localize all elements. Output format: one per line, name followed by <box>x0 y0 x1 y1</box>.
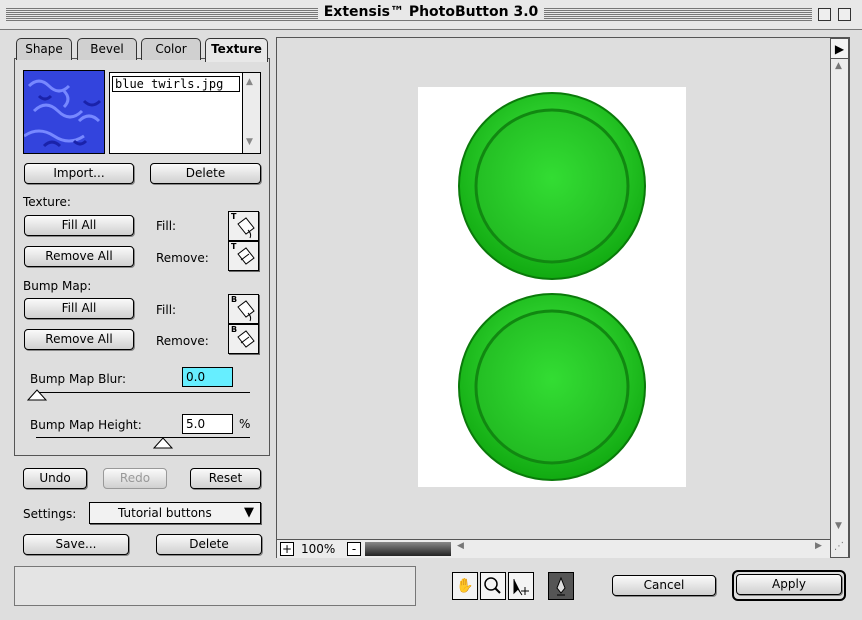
cancel-button[interactable]: Cancel <box>612 575 716 596</box>
bucket-letter: T <box>231 212 237 221</box>
bump-blur-label: Bump Map Blur: <box>30 372 127 386</box>
settings-select[interactable]: Tutorial buttons ▼ <box>89 502 261 524</box>
texture-fill-label: Fill: <box>156 219 177 233</box>
bump-map-heading: Bump Map: <box>23 279 92 293</box>
collapse-box-icon[interactable] <box>838 8 851 21</box>
texture-remove-bucket-button[interactable]: T <box>228 241 259 271</box>
delete-settings-button[interactable]: Delete <box>156 534 262 555</box>
bucket-letter: B <box>231 295 238 304</box>
apply-button[interactable]: Apply <box>736 574 842 595</box>
texture-list-scrollbar[interactable]: ▲ ▼ <box>242 73 260 153</box>
hand-tool-button[interactable]: ✋ <box>452 572 478 600</box>
scroll-up-icon[interactable]: ▲ <box>246 77 253 87</box>
scroll-down-icon[interactable]: ▼ <box>835 521 842 531</box>
green-button-top <box>458 92 646 280</box>
reset-button[interactable]: Reset <box>190 468 261 489</box>
texture-file-list[interactable]: blue twirls.jpg ▲ ▼ <box>109 72 261 154</box>
chevron-down-icon: ▼ <box>244 505 254 520</box>
tab-texture[interactable]: Texture <box>205 38 268 62</box>
bump-height-slider-track[interactable] <box>36 437 250 438</box>
bump-remove-all-button[interactable]: Remove All <box>24 329 134 350</box>
list-item[interactable]: blue twirls.jpg <box>112 76 240 92</box>
zoom-in-button[interactable]: + <box>280 542 294 556</box>
texture-remove-all-button[interactable]: Remove All <box>24 246 134 267</box>
button-preview <box>458 92 646 481</box>
zoom-tool-button[interactable] <box>480 572 506 600</box>
zoom-level: 100% <box>301 542 336 556</box>
bump-blur-slider-track[interactable] <box>36 392 250 393</box>
green-button-bottom <box>458 293 646 481</box>
undo-button[interactable]: Undo <box>23 468 87 489</box>
delete-texture-button[interactable]: Delete <box>150 163 261 184</box>
horizontal-scrollbar[interactable]: + 100% - ◀ ▶ <box>277 539 830 558</box>
zoom-out-button[interactable]: - <box>347 542 361 556</box>
settings-label: Settings: <box>23 507 77 521</box>
preview-canvas[interactable] <box>418 87 686 487</box>
texture-heading: Texture: <box>23 195 71 209</box>
pen-tool-button[interactable] <box>548 572 574 600</box>
texture-fill-bucket-button[interactable]: T <box>228 211 259 241</box>
save-settings-button[interactable]: Save... <box>23 534 129 555</box>
bump-remove-label: Remove: <box>156 334 209 348</box>
bump-height-field[interactable]: 5.0 <box>182 414 233 434</box>
tab-shape[interactable]: Shape <box>16 38 72 60</box>
bump-height-slider-thumb[interactable] <box>153 437 173 449</box>
redo-button[interactable]: Redo <box>103 468 167 489</box>
bump-blur-field[interactable]: 0.0 <box>182 367 233 387</box>
window-title: Extensis™ PhotoButton 3.0 <box>0 4 862 20</box>
zoom-box-icon[interactable] <box>818 8 831 21</box>
scroll-left-icon[interactable]: ◀ <box>457 541 464 551</box>
bump-height-unit: % <box>239 417 251 431</box>
texture-remove-label: Remove: <box>156 251 209 265</box>
apply-default-ring: Apply <box>732 570 846 601</box>
move-tool-button[interactable] <box>508 572 534 600</box>
zoom-slider[interactable] <box>365 542 451 556</box>
title-bar[interactable]: Extensis™ PhotoButton 3.0 <box>0 0 862 30</box>
move-tool-icon <box>513 579 529 596</box>
status-area <box>14 566 416 606</box>
hand-tool-icon: ✋ <box>456 578 474 594</box>
texture-thumbnail <box>23 70 105 154</box>
pen-tool-icon <box>556 576 566 596</box>
zoom-tool-icon <box>484 577 501 594</box>
import-button[interactable]: Import... <box>24 163 134 184</box>
bump-fill-label: Fill: <box>156 303 177 317</box>
tab-color[interactable]: Color <box>141 38 201 60</box>
settings-selected-value: Tutorial buttons <box>118 506 212 520</box>
bump-blur-slider-thumb[interactable] <box>27 389 47 401</box>
bucket-letter: T <box>231 242 237 251</box>
bucket-letter: B <box>231 325 238 334</box>
bump-height-label: Bump Map Height: <box>30 418 142 432</box>
panel-arrow-icon[interactable]: ▶ <box>831 39 848 59</box>
bump-remove-bucket-button[interactable]: B <box>228 324 259 354</box>
resize-grip-icon[interactable]: ⋰ <box>834 541 844 552</box>
bump-fill-bucket-button[interactable]: B <box>228 294 259 324</box>
scroll-down-icon[interactable]: ▼ <box>246 137 253 147</box>
scroll-up-icon[interactable]: ▲ <box>835 61 842 71</box>
bump-fill-all-button[interactable]: Fill All <box>24 298 134 319</box>
texture-fill-all-button[interactable]: Fill All <box>24 215 134 236</box>
tab-bevel[interactable]: Bevel <box>77 38 137 60</box>
texture-thumbnail-image <box>24 71 104 153</box>
vertical-scrollbar[interactable]: ▶ ▲ ▼ ⋰ <box>830 38 849 558</box>
scroll-right-icon[interactable]: ▶ <box>815 541 822 551</box>
